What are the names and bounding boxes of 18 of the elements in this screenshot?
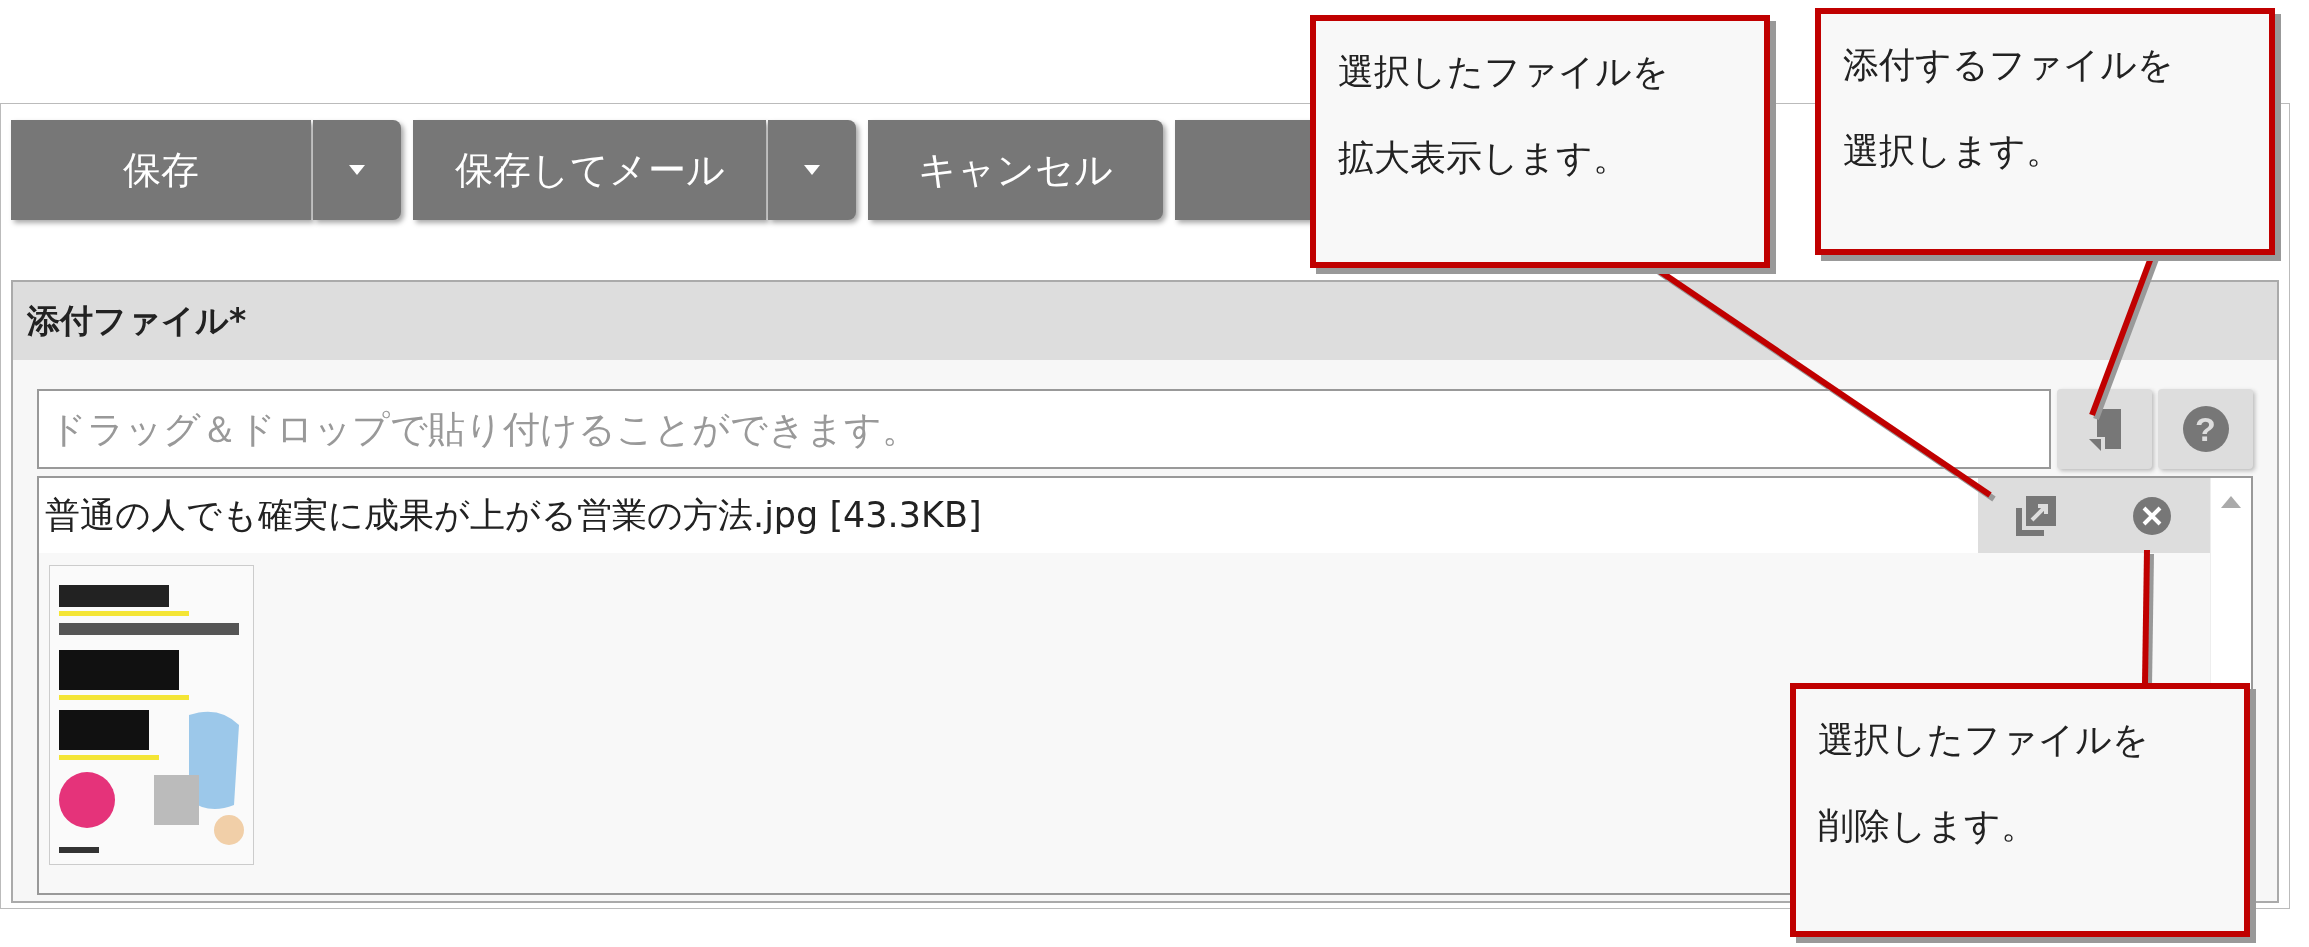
callout-text: 選択したファイルを xyxy=(1818,719,2149,761)
section-title: 添付ファイル* xyxy=(27,299,247,342)
callout-text: 拡大表示します。 xyxy=(1338,137,1629,179)
help-button[interactable]: ? xyxy=(2158,389,2253,469)
callout-text: 選択したファイルを xyxy=(1338,51,1669,93)
scroll-up-icon xyxy=(2221,496,2241,508)
callout-text: 削除します。 xyxy=(1818,805,2037,847)
caret-icon xyxy=(348,164,366,176)
toolbar-button[interactable]: 保存してメール xyxy=(413,120,766,220)
drop-field[interactable]: ドラッグ＆ドロップで貼り付けることができます。 xyxy=(37,389,2051,469)
callout-text: 添付するファイルを xyxy=(1843,44,2174,86)
toolbar-button[interactable]: 保存 xyxy=(11,120,311,220)
caret-icon xyxy=(803,164,821,176)
enlarge-icon xyxy=(2014,493,2058,538)
toolbar-button[interactable]: キャンセル xyxy=(868,120,1163,220)
callout-text: 選択します。 xyxy=(1843,130,2062,172)
attach-button[interactable] xyxy=(2057,389,2152,469)
close-icon xyxy=(2132,495,2172,536)
